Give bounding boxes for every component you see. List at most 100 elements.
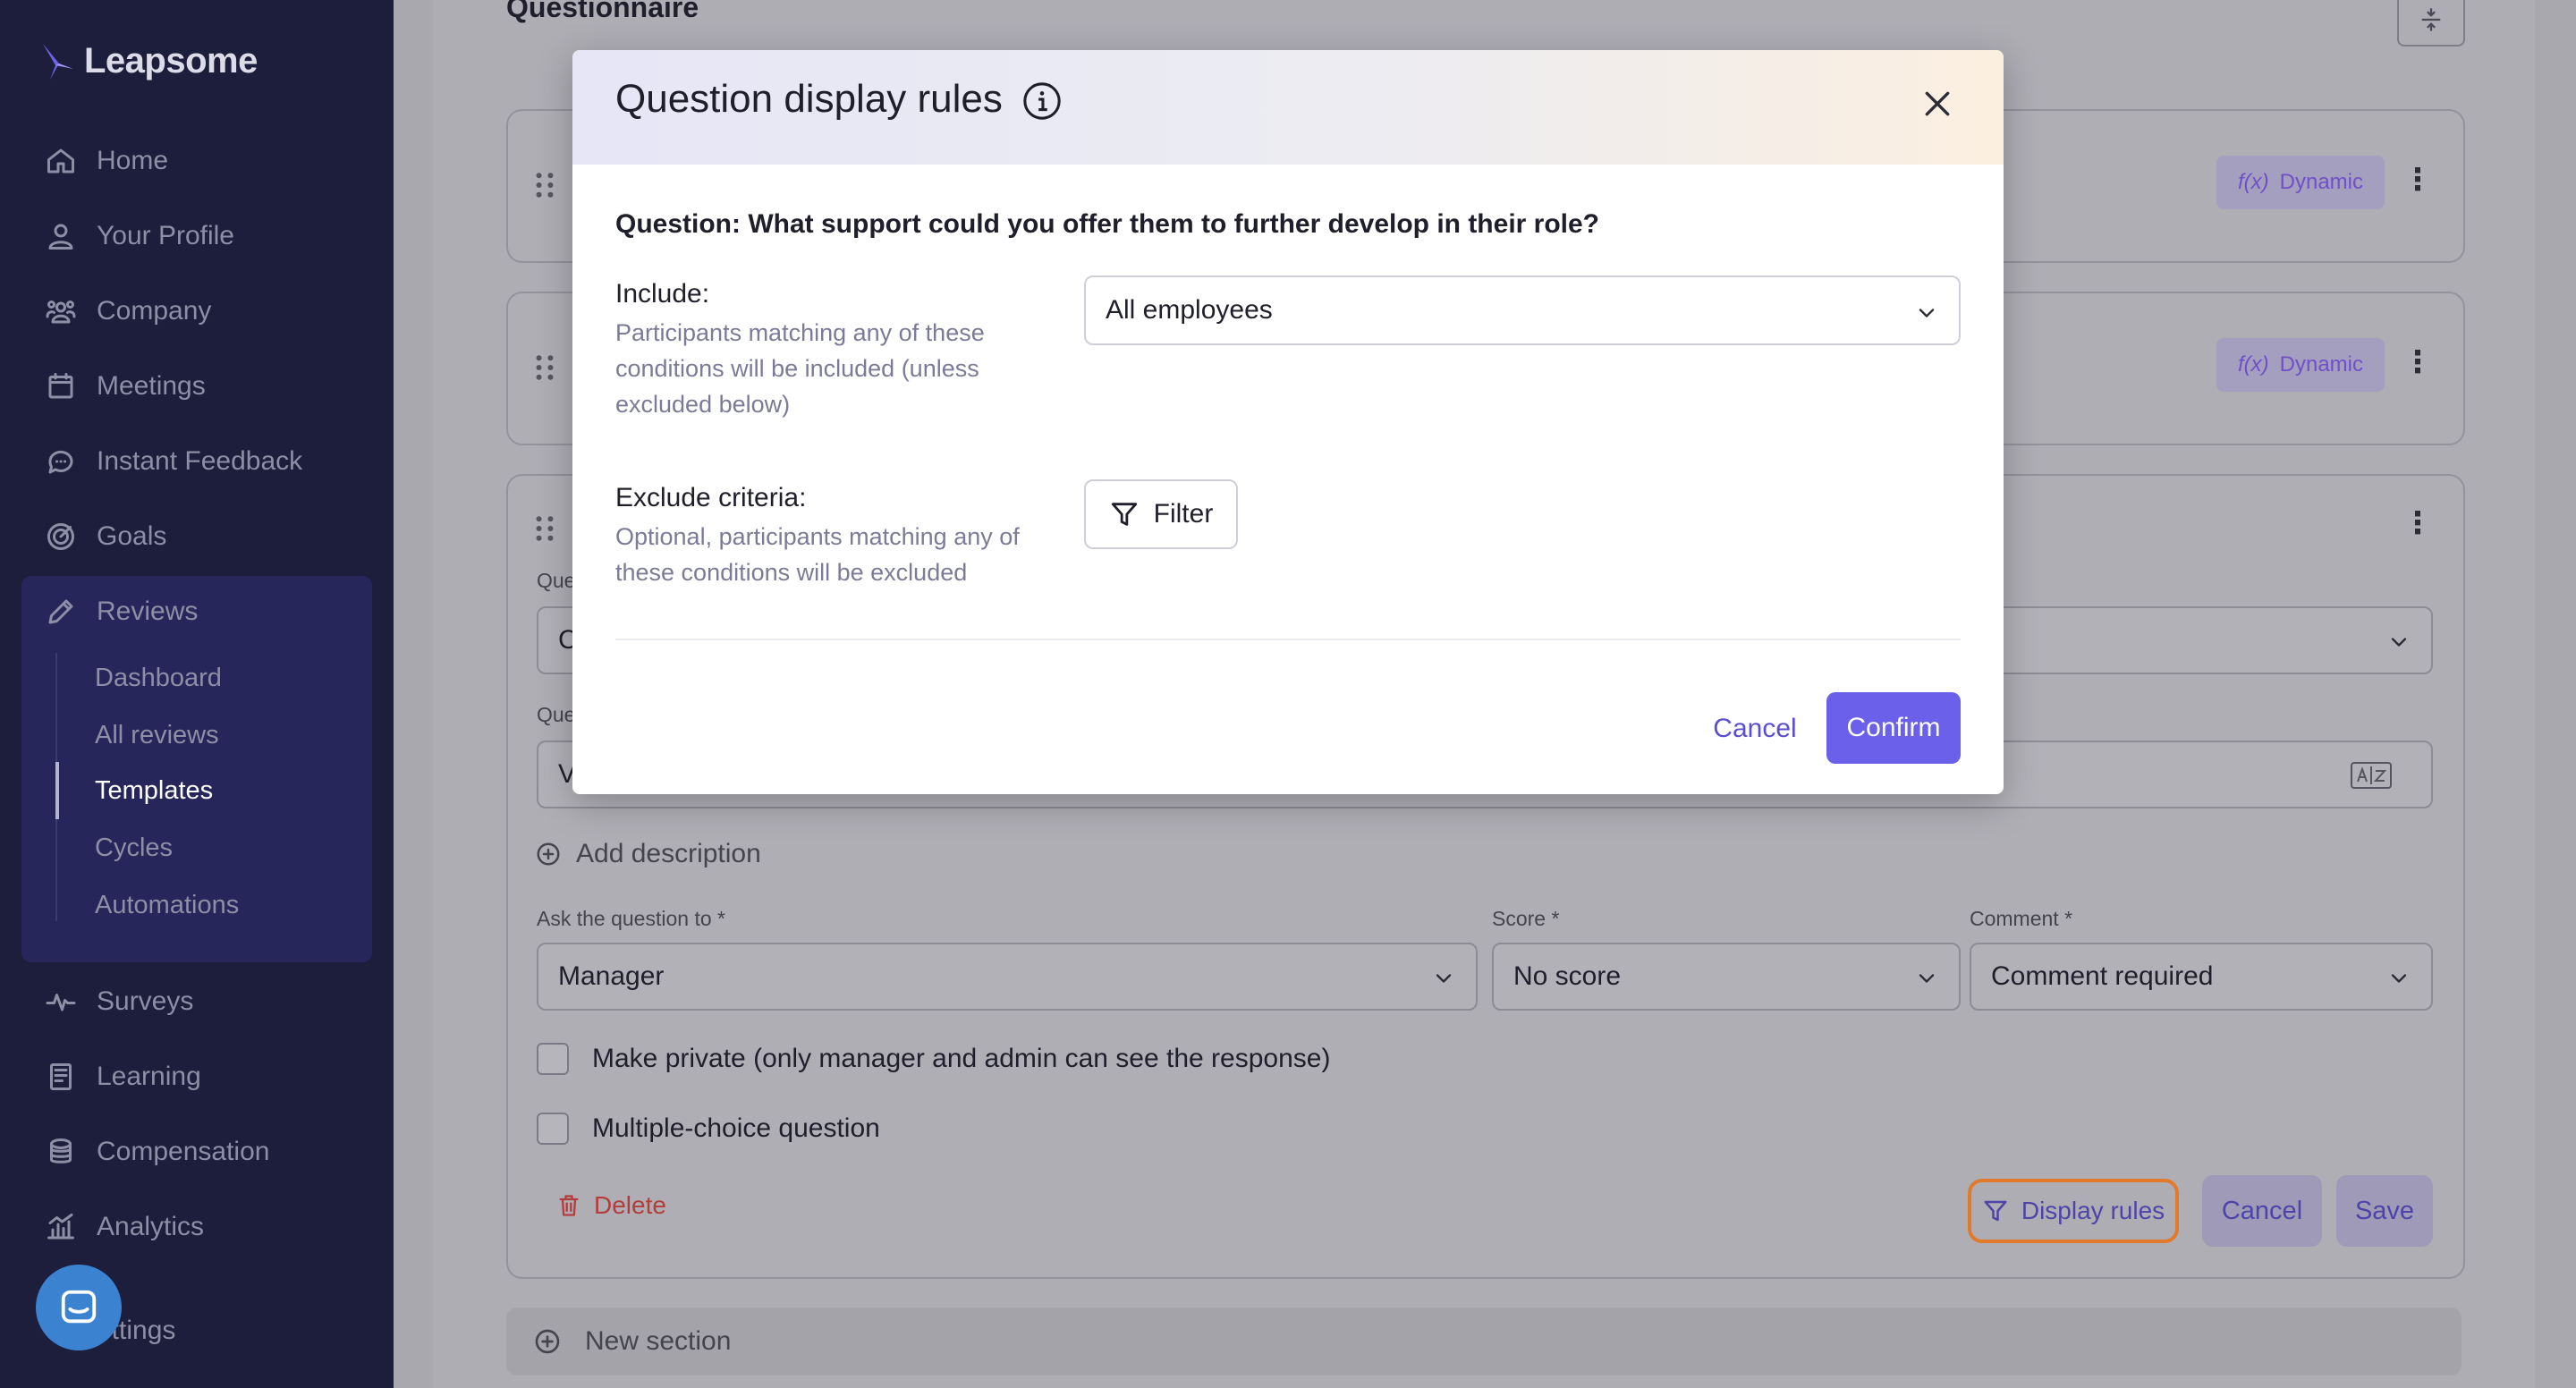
sidebar-item-goals[interactable]: Goals bbox=[45, 515, 166, 558]
sidebar-item-analytics[interactable]: Analytics bbox=[45, 1206, 204, 1248]
sidebar-item-label: Compensation bbox=[97, 1137, 270, 1166]
sidebar-subitem-all-reviews[interactable]: All reviews bbox=[95, 714, 219, 757]
include-select[interactable]: All employees bbox=[1084, 275, 1961, 345]
comment-label: Comment * bbox=[1970, 907, 2073, 930]
sidebar-item-label: Learning bbox=[97, 1062, 201, 1091]
private-checkbox-row[interactable]: Make private (only manager and admin can… bbox=[537, 1043, 1330, 1075]
include-help-text: Participants matching any of these condi… bbox=[615, 319, 985, 418]
plus-circle-icon bbox=[537, 842, 560, 866]
sidebar-subitem-dashboard[interactable]: Dashboard bbox=[95, 656, 222, 699]
sidebar-subitem-automations[interactable]: Automations bbox=[95, 884, 239, 927]
score-value: No score bbox=[1513, 961, 1622, 991]
chevron-down-icon bbox=[1919, 309, 1935, 317]
sidebar-item-instant-feedback[interactable]: Instant Feedback bbox=[45, 440, 302, 483]
function-icon: f(x) bbox=[2237, 170, 2269, 194]
exclude-label: Exclude criteria: bbox=[615, 483, 807, 512]
leapsome-logo[interactable]: Leapsome bbox=[39, 41, 258, 81]
display-rules-label: Display rules bbox=[2021, 1197, 2165, 1224]
close-icon[interactable] bbox=[1919, 86, 1955, 122]
card-save-button[interactable]: Save bbox=[2336, 1175, 2433, 1247]
multiple-choice-label: Multiple-choice question bbox=[592, 1113, 880, 1143]
sidebar-item-label: Your Profile bbox=[97, 221, 234, 250]
chat-icon bbox=[48, 450, 73, 474]
delete-button[interactable]: Delete bbox=[556, 1191, 666, 1220]
sidebar-item-label: Reviews bbox=[97, 597, 199, 626]
new-section-label: New section bbox=[585, 1326, 732, 1356]
coins-icon bbox=[50, 1138, 72, 1164]
score-select[interactable]: No score bbox=[1492, 943, 1961, 1011]
dynamic-label: Dynamic bbox=[2279, 170, 2363, 194]
calendar-icon bbox=[48, 373, 73, 399]
info-icon[interactable] bbox=[1021, 80, 1063, 122]
collapse-all-button[interactable] bbox=[2397, 0, 2465, 47]
more-options-icon[interactable]: ⋮ bbox=[2402, 347, 2433, 377]
support-chat-button[interactable] bbox=[36, 1265, 122, 1350]
dynamic-chip[interactable]: f(x) Dynamic bbox=[2216, 338, 2385, 392]
private-checkbox-label: Make private (only manager and admin can… bbox=[592, 1044, 1331, 1073]
chat-widget-icon bbox=[61, 1290, 97, 1324]
sidebar: Leapsome Home Your Profile Company Meeti… bbox=[0, 0, 394, 1388]
delete-label: Delete bbox=[594, 1191, 666, 1219]
more-options-icon[interactable]: ⋮ bbox=[2402, 165, 2433, 195]
filter-button[interactable]: Filter bbox=[1084, 479, 1238, 549]
display-rules-button[interactable]: Display rules bbox=[1968, 1179, 2179, 1243]
collapse-icon bbox=[2421, 8, 2441, 31]
sidebar-item-label: Meetings bbox=[97, 371, 206, 401]
new-section-button[interactable]: New section bbox=[506, 1308, 2462, 1375]
sidebar-item-label: Home bbox=[97, 146, 169, 175]
function-icon: f(x) bbox=[2237, 352, 2269, 377]
pencil-icon bbox=[48, 599, 73, 624]
sidebar-item-compensation[interactable]: Compensation bbox=[45, 1130, 269, 1173]
chart-icon bbox=[47, 1214, 74, 1240]
sidebar-subitem-templates[interactable]: Templates bbox=[95, 769, 213, 812]
filter-icon bbox=[1111, 503, 1137, 526]
drag-handle-icon[interactable] bbox=[535, 354, 555, 381]
sidebar-item-meetings[interactable]: Meetings bbox=[45, 365, 206, 408]
sidebar-item-label: Goals bbox=[97, 521, 167, 551]
drag-handle-icon[interactable] bbox=[535, 515, 555, 542]
comment-select[interactable]: Comment required bbox=[1970, 943, 2433, 1011]
book-icon bbox=[50, 1063, 72, 1090]
filter-label: Filter bbox=[1153, 499, 1214, 529]
sidebar-item-your-profile[interactable]: Your Profile bbox=[45, 215, 234, 258]
sidebar-item-label: Instant Feedback bbox=[97, 446, 303, 476]
page-title: Questionnaire bbox=[506, 0, 699, 23]
more-options-icon[interactable]: ⋮ bbox=[2402, 508, 2433, 538]
submenu-active-indicator bbox=[55, 762, 59, 819]
private-checkbox[interactable] bbox=[537, 1043, 569, 1075]
chevron-down-icon bbox=[2391, 974, 2407, 983]
translate-icon[interactable] bbox=[2351, 762, 2392, 789]
multiple-choice-checkbox[interactable] bbox=[537, 1113, 569, 1145]
sidebar-item-home[interactable]: Home bbox=[45, 140, 168, 182]
ask-question-select[interactable]: Manager bbox=[537, 943, 1478, 1011]
modal-question-text: Question: What support could you offer t… bbox=[615, 209, 1600, 239]
score-label: Score * bbox=[1492, 907, 1560, 930]
sidebar-subitem-cycles[interactable]: Cycles bbox=[95, 826, 173, 869]
filter-icon bbox=[1984, 1200, 2007, 1222]
card-cancel-button[interactable]: Cancel bbox=[2202, 1175, 2322, 1247]
modal-confirm-button[interactable]: Confirm bbox=[1826, 692, 1961, 764]
drag-handle-icon[interactable] bbox=[535, 172, 555, 199]
sidebar-item-learning[interactable]: Learning bbox=[45, 1055, 201, 1098]
sidebar-item-surveys[interactable]: Surveys bbox=[45, 980, 193, 1023]
multiple-choice-checkbox-row[interactable]: Multiple-choice question bbox=[537, 1113, 880, 1145]
exclude-help-text: Optional, participants matching any of t… bbox=[615, 523, 1020, 586]
sidebar-item-reviews[interactable]: Reviews bbox=[45, 590, 198, 633]
trash-icon bbox=[559, 1195, 579, 1216]
ask-question-label: Ask the question to * bbox=[537, 907, 725, 930]
question-text-label: Que bbox=[537, 703, 576, 726]
sidebar-item-company[interactable]: Company bbox=[45, 290, 211, 333]
dynamic-label: Dynamic bbox=[2279, 352, 2363, 377]
sidebar-item-label: Analytics bbox=[97, 1212, 205, 1241]
plus-circle-icon bbox=[535, 1329, 560, 1354]
modal-title: Question display rules bbox=[615, 77, 1003, 121]
modal-divider bbox=[615, 639, 1961, 640]
dynamic-chip[interactable]: f(x) Dynamic bbox=[2216, 156, 2385, 209]
question-type-label: Que bbox=[537, 569, 576, 592]
modal-cancel-button[interactable]: Cancel bbox=[1701, 694, 1809, 764]
sidebar-item-label: Company bbox=[97, 296, 212, 326]
display-rules-modal: Question display rules Question: What su… bbox=[572, 50, 2004, 794]
comment-value: Comment required bbox=[1991, 961, 2214, 991]
add-description-button[interactable]: Add description bbox=[535, 839, 761, 869]
chevron-down-icon bbox=[1436, 974, 1452, 983]
